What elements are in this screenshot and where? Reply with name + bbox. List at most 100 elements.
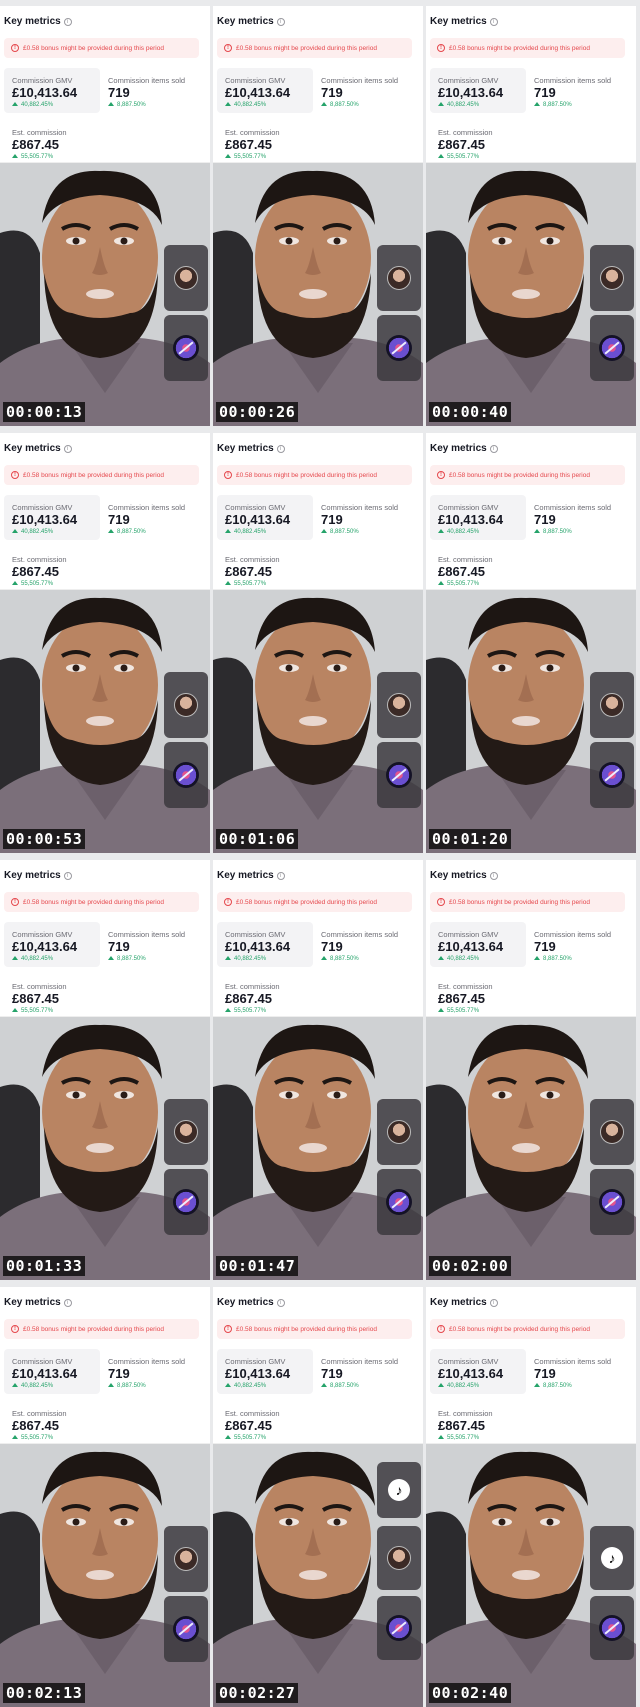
panel-header: Key metrics i (4, 16, 72, 27)
commission-gmv-card[interactable]: Commission GMV £10,413.64 40,882.45% (4, 1349, 100, 1394)
items-sold-card[interactable]: Commission items sold 719 8,887.50% (106, 922, 206, 967)
video-area[interactable]: 00:00:40 (426, 163, 636, 426)
video-area[interactable]: 00:01:20 (426, 590, 636, 853)
video-area[interactable]: 00:01:06 (213, 590, 423, 853)
creator-button[interactable] (377, 245, 421, 311)
est-commission-card[interactable]: Est. commission £867.45 55,505.77% (430, 1397, 530, 1442)
est-commission-card[interactable]: Est. commission £867.45 55,505.77% (4, 116, 104, 161)
key-metrics-panel: Key metrics i ! £0.58 bonus might be pro… (426, 1287, 636, 1444)
alert-circle-icon: ! (224, 471, 232, 479)
est-commission-card[interactable]: Est. commission £867.45 55,505.77% (4, 543, 104, 588)
items-sold-card[interactable]: Commission items sold 719 8,887.50% (532, 1349, 632, 1394)
creator-button[interactable] (164, 672, 208, 738)
info-icon[interactable]: i (63, 871, 72, 880)
commission-gmv-card[interactable]: Commission GMV £10,413.64 40,882.45% (4, 495, 100, 540)
video-area[interactable]: 00:02:27 ♪ (213, 1444, 423, 1707)
video-area[interactable]: 00:00:53 (0, 590, 210, 853)
est-commission-card[interactable]: Est. commission £867.45 55,505.77% (217, 116, 317, 161)
video-area[interactable]: 00:00:13 (0, 163, 210, 426)
sound-disc-icon (386, 762, 412, 788)
commission-gmv-card[interactable]: Commission GMV £10,413.64 40,882.45% (217, 922, 313, 967)
info-icon[interactable]: i (63, 17, 72, 26)
video-area[interactable]: 00:02:00 (426, 1017, 636, 1280)
info-icon[interactable]: i (489, 444, 498, 453)
items-sold-card[interactable]: Commission items sold 719 8,887.50% (532, 495, 632, 540)
est-change: 55,505.77% (12, 1008, 104, 1014)
panel-title: Key metrics (4, 1297, 61, 1308)
sound-button[interactable] (377, 742, 421, 808)
commission-gmv-card[interactable]: Commission GMV £10,413.64 40,882.45% (217, 68, 313, 113)
info-icon[interactable]: i (276, 871, 285, 880)
items-sold-card[interactable]: Commission items sold 719 8,887.50% (319, 68, 419, 113)
commission-gmv-card[interactable]: Commission GMV £10,413.64 40,882.45% (217, 495, 313, 540)
creator-button[interactable] (377, 1526, 421, 1590)
sound-button[interactable] (590, 1596, 634, 1660)
est-commission-card[interactable]: Est. commission £867.45 55,505.77% (430, 116, 530, 161)
info-icon[interactable]: i (489, 17, 498, 26)
tiktok-button[interactable]: ♪ (590, 1526, 634, 1590)
info-icon[interactable]: i (276, 444, 285, 453)
commission-gmv-card[interactable]: Commission GMV £10,413.64 40,882.45% (4, 68, 100, 113)
key-metrics-panel: Key metrics i ! £0.58 bonus might be pro… (426, 433, 636, 590)
creator-button[interactable] (590, 672, 634, 738)
sound-button[interactable] (377, 1169, 421, 1235)
video-area[interactable]: 00:02:13 (0, 1444, 210, 1707)
trend-up-icon (438, 154, 444, 158)
creator-button[interactable] (590, 1099, 634, 1165)
sound-button[interactable] (590, 1169, 634, 1235)
commission-gmv-card[interactable]: Commission GMV £10,413.64 40,882.45% (430, 495, 526, 540)
panel-header: Key metrics i (4, 443, 72, 454)
key-metrics-panel: Key metrics i ! £0.58 bonus might be pro… (0, 860, 210, 1017)
video-area[interactable]: 00:02:40 ♪ (426, 1444, 636, 1707)
gmv-change-value: 40,882.45% (234, 956, 267, 962)
creator-button[interactable] (164, 245, 208, 311)
est-commission-card[interactable]: Est. commission £867.45 55,505.77% (217, 1397, 317, 1442)
est-commission-card[interactable]: Est. commission £867.45 55,505.77% (430, 543, 530, 588)
creator-button[interactable] (377, 1099, 421, 1165)
info-icon[interactable]: i (276, 1298, 285, 1307)
info-icon[interactable]: i (63, 1298, 72, 1307)
items-sold-card[interactable]: Commission items sold 719 8,887.50% (532, 68, 632, 113)
items-sold-card[interactable]: Commission items sold 719 8,887.50% (319, 922, 419, 967)
info-icon[interactable]: i (276, 17, 285, 26)
creator-button[interactable] (164, 1099, 208, 1165)
sound-button[interactable] (164, 315, 208, 381)
gmv-change: 40,882.45% (438, 102, 526, 108)
info-icon[interactable]: i (63, 444, 72, 453)
est-change: 55,505.77% (12, 1435, 104, 1441)
est-commission-card[interactable]: Est. commission £867.45 55,505.77% (217, 970, 317, 1015)
items-sold-card[interactable]: Commission items sold 719 8,887.50% (319, 495, 419, 540)
commission-gmv-card[interactable]: Commission GMV £10,413.64 40,882.45% (4, 922, 100, 967)
est-commission-card[interactable]: Est. commission £867.45 55,505.77% (217, 543, 317, 588)
tiktok-button[interactable]: ♪ (377, 1462, 421, 1518)
sound-button[interactable] (164, 742, 208, 808)
video-area[interactable]: 00:01:33 (0, 1017, 210, 1280)
video-area[interactable]: 00:00:26 (213, 163, 423, 426)
sound-button[interactable] (164, 1169, 208, 1235)
commission-gmv-card[interactable]: Commission GMV £10,413.64 40,882.45% (217, 1349, 313, 1394)
items-sold-card[interactable]: Commission items sold 719 8,887.50% (106, 495, 206, 540)
commission-gmv-card[interactable]: Commission GMV £10,413.64 40,882.45% (430, 922, 526, 967)
items-sold-card[interactable]: Commission items sold 719 8,887.50% (319, 1349, 419, 1394)
items-sold-card[interactable]: Commission items sold 719 8,887.50% (532, 922, 632, 967)
sound-button[interactable] (164, 1596, 208, 1662)
sound-button[interactable] (377, 315, 421, 381)
sound-button[interactable] (377, 1596, 421, 1660)
items-sold-card[interactable]: Commission items sold 719 8,887.50% (106, 1349, 206, 1394)
info-icon[interactable]: i (489, 871, 498, 880)
creator-button[interactable] (377, 672, 421, 738)
creator-button[interactable] (164, 1526, 208, 1592)
sound-button[interactable] (590, 742, 634, 808)
est-commission-card[interactable]: Est. commission £867.45 55,505.77% (430, 970, 530, 1015)
est-commission-card[interactable]: Est. commission £867.45 55,505.77% (4, 1397, 104, 1442)
commission-gmv-card[interactable]: Commission GMV £10,413.64 40,882.45% (430, 68, 526, 113)
sound-button[interactable] (590, 315, 634, 381)
creator-button[interactable] (590, 245, 634, 311)
gmv-value: £10,413.64 (12, 85, 78, 100)
gmv-change-value: 40,882.45% (21, 1383, 54, 1389)
est-commission-card[interactable]: Est. commission £867.45 55,505.77% (4, 970, 104, 1015)
items-sold-card[interactable]: Commission items sold 719 8,887.50% (106, 68, 206, 113)
info-icon[interactable]: i (489, 1298, 498, 1307)
commission-gmv-card[interactable]: Commission GMV £10,413.64 40,882.45% (430, 1349, 526, 1394)
video-area[interactable]: 00:01:47 (213, 1017, 423, 1280)
